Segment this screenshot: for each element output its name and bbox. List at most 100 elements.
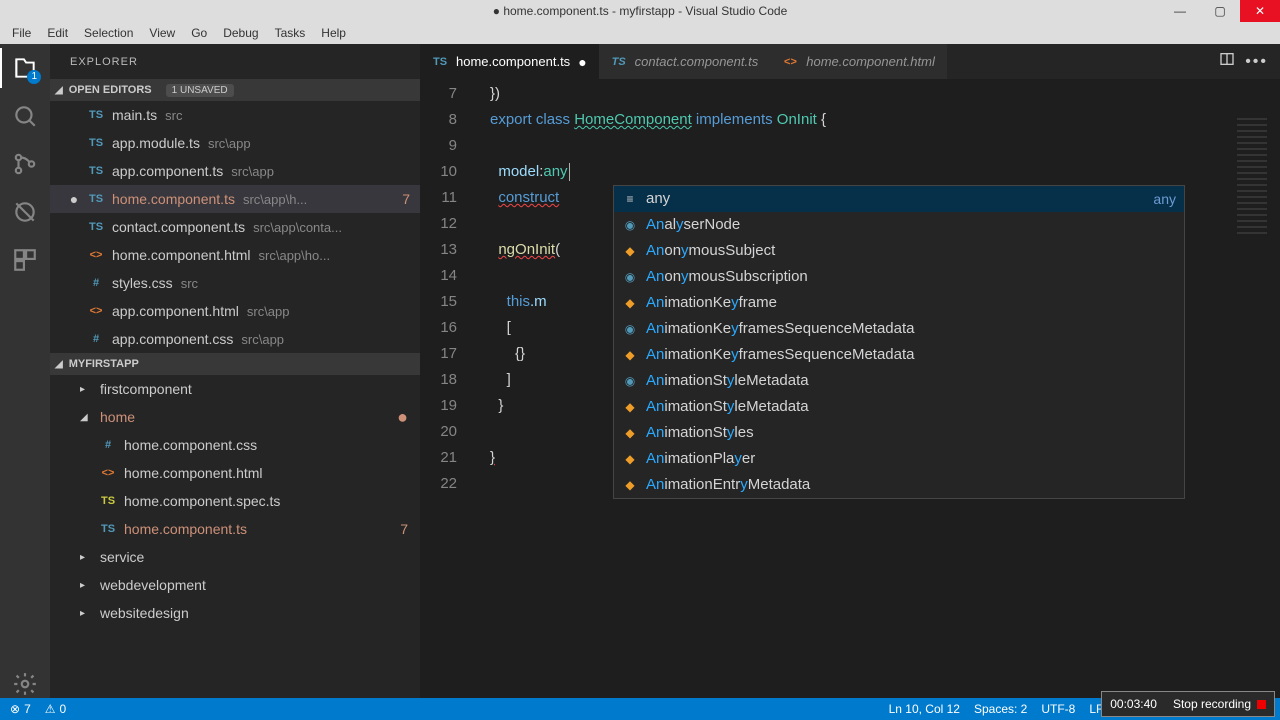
settings-gear-icon[interactable]	[11, 670, 39, 698]
suggest-kind-icon: ≡	[622, 191, 638, 207]
menu-debug[interactable]: Debug	[216, 24, 265, 42]
file-icon: TS	[611, 56, 627, 68]
recorder-time: 00:03:40	[1102, 692, 1165, 716]
open-editor-item[interactable]: <>home.component.html src\app\ho...	[50, 241, 420, 269]
window-title: ● home.component.ts - myfirstapp - Visua…	[493, 4, 788, 18]
unsaved-badge: 1 UNSAVED	[166, 84, 234, 97]
editor-tab[interactable]: TShome.component.ts●	[420, 44, 599, 79]
file-icon: TS	[88, 137, 104, 149]
menu-file[interactable]: File	[5, 24, 38, 42]
split-editor-icon[interactable]	[1219, 51, 1235, 72]
suggest-kind-icon: ◉	[622, 373, 638, 389]
suggest-kind-icon: ◆	[622, 347, 638, 363]
window-minimize-button[interactable]: —	[1160, 0, 1200, 22]
chevron-icon: ▸	[80, 384, 92, 395]
status-warnings[interactable]: ⚠ 0	[45, 702, 66, 716]
file-icon: TS	[88, 221, 104, 233]
autocomplete-popup[interactable]: any ≡any◉AnalyserNode◆AnonymousSubject◉A…	[613, 185, 1185, 499]
status-encoding[interactable]: UTF-8	[1041, 702, 1075, 716]
open-editor-item[interactable]: ●TShome.component.ts src\app\h...7	[50, 185, 420, 213]
menu-selection[interactable]: Selection	[77, 24, 140, 42]
suggest-item[interactable]: ◉AnimationKeyframesSequenceMetadata	[614, 316, 1184, 342]
suggest-item[interactable]: ≡ any	[614, 186, 1184, 212]
suggest-item[interactable]: ◉AnimationStyleMetadata	[614, 368, 1184, 394]
status-errors[interactable]: ⊗ 7	[10, 702, 31, 716]
file-icon: <>	[88, 305, 104, 317]
suggest-kind-icon: ◆	[622, 477, 638, 493]
suggest-kind-icon: ◉	[622, 321, 638, 337]
window-titlebar: ● home.component.ts - myfirstapp - Visua…	[0, 0, 1280, 22]
chevron-icon: ▸	[80, 608, 92, 619]
window-maximize-button[interactable]: ▢	[1200, 0, 1240, 22]
file-item[interactable]: <>home.component.html	[50, 459, 420, 487]
suggest-item[interactable]: ◆AnimationKeyframesSequenceMetadata	[614, 342, 1184, 368]
search-icon[interactable]	[11, 102, 39, 130]
file-item[interactable]: TShome.component.ts7	[50, 515, 420, 543]
open-editor-item[interactable]: TSmain.ts src	[50, 101, 420, 129]
suggest-kind-icon: ◆	[622, 451, 638, 467]
suggest-item[interactable]: ◆AnimationStyles	[614, 420, 1184, 446]
project-header[interactable]: ◢ MYFIRSTAPP	[50, 353, 420, 375]
menu-edit[interactable]: Edit	[40, 24, 75, 42]
file-icon: #	[100, 439, 116, 451]
window-close-button[interactable]: ✕	[1240, 0, 1280, 22]
folder-item[interactable]: ▸webdevelopment	[50, 571, 420, 599]
status-cursor[interactable]: Ln 10, Col 12	[889, 702, 960, 716]
suggest-type-hint: any	[1153, 186, 1176, 212]
suggest-item[interactable]: ◆AnimationStyleMetadata	[614, 394, 1184, 420]
file-icon: <>	[88, 249, 104, 261]
file-icon: TS	[88, 193, 104, 205]
minimap[interactable]	[1233, 115, 1278, 235]
file-icon: <>	[100, 467, 116, 479]
more-icon[interactable]: •••	[1245, 53, 1268, 71]
folder-item[interactable]: ◢home●	[50, 403, 420, 431]
suggest-kind-icon: ◆	[622, 399, 638, 415]
editor-tab[interactable]: TScontact.component.ts	[599, 44, 771, 79]
folder-item[interactable]: ▸websitedesign	[50, 599, 420, 627]
editor-tab[interactable]: <>home.component.html	[770, 44, 947, 79]
debug-icon[interactable]	[11, 198, 39, 226]
extensions-icon[interactable]	[11, 246, 39, 274]
suggest-item[interactable]: ◆AnimationKeyframe	[614, 290, 1184, 316]
menu-tasks[interactable]: Tasks	[268, 24, 313, 42]
folder-item[interactable]: ▸service	[50, 543, 420, 571]
menu-go[interactable]: Go	[184, 24, 214, 42]
suggest-item[interactable]: ◉AnonymousSubscription	[614, 264, 1184, 290]
suggest-item[interactable]: ◆AnimationEntryMetadata	[614, 472, 1184, 498]
file-icon: #	[88, 333, 104, 345]
suggest-item[interactable]: ◆AnonymousSubject	[614, 238, 1184, 264]
source-control-icon[interactable]	[11, 150, 39, 178]
recorder-stop-button[interactable]: Stop recording	[1165, 692, 1274, 716]
code-area[interactable]: 78910111213141516171819202122 })export c…	[420, 79, 1280, 698]
status-spaces[interactable]: Spaces: 2	[974, 702, 1027, 716]
file-icon: TS	[100, 523, 116, 535]
open-editor-item[interactable]: TScontact.component.ts src\app\conta...	[50, 213, 420, 241]
open-editor-item[interactable]: <>app.component.html src\app	[50, 297, 420, 325]
menu-view[interactable]: View	[142, 24, 182, 42]
sidebar: EXPLORER ◢ OPEN EDITORS 1 UNSAVED TSmain…	[50, 44, 420, 698]
suggest-kind-icon: ◆	[622, 425, 638, 441]
open-editor-item[interactable]: #styles.css src	[50, 269, 420, 297]
suggest-kind-icon: ◉	[622, 217, 638, 233]
open-editors-header[interactable]: ◢ OPEN EDITORS 1 UNSAVED	[50, 79, 420, 101]
sidebar-title: EXPLORER	[50, 44, 420, 79]
activitybar: 1	[0, 44, 50, 698]
menubar: FileEditSelectionViewGoDebugTasksHelp	[0, 22, 1280, 44]
open-editor-item[interactable]: TSapp.component.ts src\app	[50, 157, 420, 185]
screen-recorder-overlay[interactable]: 00:03:40 Stop recording	[1101, 691, 1275, 717]
file-item[interactable]: #home.component.css	[50, 431, 420, 459]
open-editor-item[interactable]: TSapp.module.ts src\app	[50, 129, 420, 157]
menu-help[interactable]: Help	[314, 24, 353, 42]
suggest-item[interactable]: ◉AnalyserNode	[614, 212, 1184, 238]
chevron-down-icon: ◢	[55, 85, 63, 96]
file-icon: TS	[88, 165, 104, 177]
explorer-icon[interactable]: 1	[11, 54, 39, 82]
suggest-item[interactable]: ◆AnimationPlayer	[614, 446, 1184, 472]
file-item[interactable]: TShome.component.spec.ts	[50, 487, 420, 515]
open-editor-item[interactable]: #app.component.css src\app	[50, 325, 420, 353]
editor: TShome.component.ts●TScontact.component.…	[420, 44, 1280, 698]
file-icon: TS	[88, 109, 104, 121]
suggest-kind-icon: ◉	[622, 269, 638, 285]
chevron-icon: ▸	[80, 580, 92, 591]
folder-item[interactable]: ▸firstcomponent	[50, 375, 420, 403]
